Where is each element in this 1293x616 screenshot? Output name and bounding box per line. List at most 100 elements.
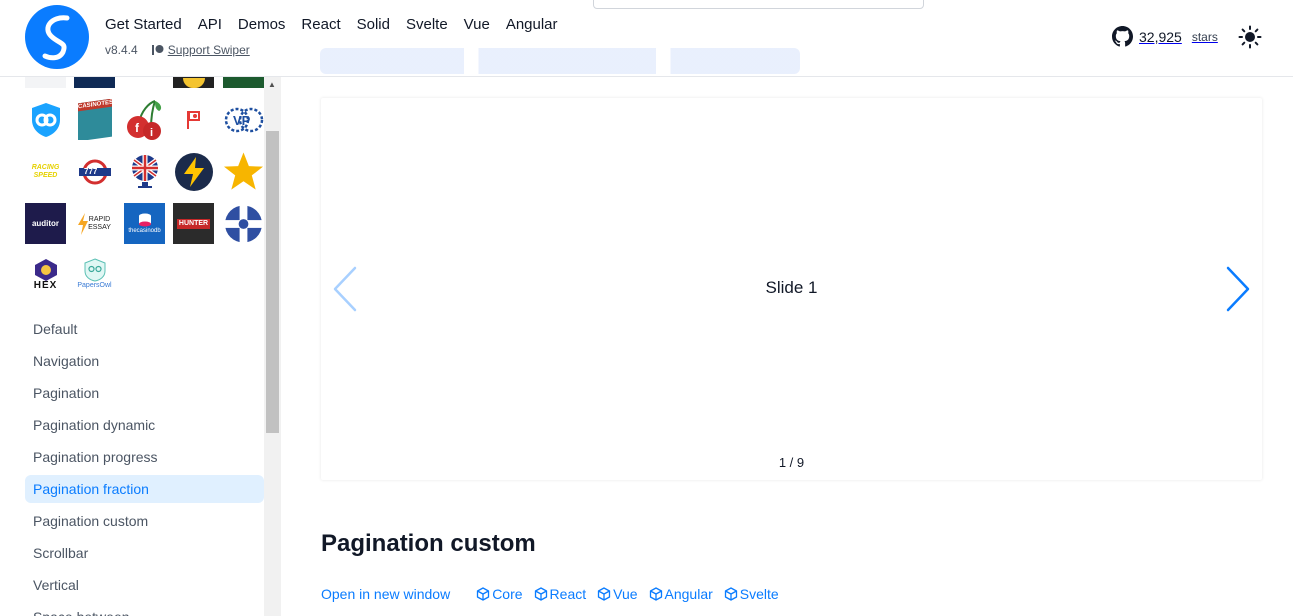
nav-react[interactable]: React [301,16,340,33]
swiper-logo[interactable] [25,5,89,69]
section-title: Pagination custom [321,530,536,557]
version-row: v8.4.4 Support Swiper [105,43,250,57]
sponsor-papersowl-label: PapersOwl [77,281,112,289]
menu-item-vertical[interactable]: Vertical [25,571,264,599]
angular-link[interactable]: Angular [649,586,713,602]
sponsor-hunter-logo[interactable]: HUNTER [173,203,214,244]
sponsor-logo-cut-1[interactable] [25,77,66,88]
sponsor-vpn-logo[interactable] [25,99,66,140]
sponsor-papersowl-logo[interactable]: PapersOwl [74,253,115,294]
nav-vue[interactable]: Vue [464,16,490,33]
chevron-right-icon [1226,266,1250,312]
cube-icon [477,587,490,601]
flag-icon [186,110,200,129]
sponsor-rapid-essay-logo[interactable]: RAPID ESSAY [74,203,115,244]
theme-toggle-button[interactable] [1238,25,1262,49]
react-link[interactable]: React [534,586,587,602]
header-overlay [320,48,800,74]
patreon-icon [151,45,164,55]
menu-item-pagination-fraction[interactable]: Pagination fraction [25,475,264,503]
sponsor-racing-logo[interactable]: RACING SPEED [25,151,66,192]
nav-demos[interactable]: Demos [238,16,286,33]
sponsor-auditor-label: auditor [31,218,60,228]
github-star-count: 32,925 [1139,28,1182,45]
nav-solid[interactable]: Solid [357,16,390,33]
sponsor-cherry-logo[interactable]: f i [124,99,165,140]
sponsor-logo-cut-3[interactable] [173,77,214,88]
top-header [0,0,1293,77]
support-swiper-link[interactable]: Support Swiper [151,43,250,57]
menu-item-pagination[interactable]: Pagination [25,379,264,407]
sponsor-lightning-logo[interactable] [173,151,214,192]
sponsor-logo-cut-2[interactable] [74,77,115,88]
sponsor-logo-cut-4[interactable] [223,77,264,88]
scroll-up-arrow-icon[interactable]: ▲ [268,80,276,89]
sponsor-star-logo[interactable] [223,151,264,192]
nav-api[interactable]: API [198,16,222,33]
cube-icon [534,587,547,601]
react-link-label: React [549,586,587,602]
vp-icon: VP [224,107,263,132]
menu-item-pagination-custom[interactable]: Pagination custom [25,507,264,535]
hex-badge-icon [34,258,57,281]
menu-item-default[interactable]: Default [25,315,264,343]
pagination-fraction: 1 / 9 [778,455,805,470]
svelte-link-label: Svelte [739,586,779,602]
sponsor-vp-logo[interactable]: VP [223,99,264,140]
sponsor-777-label: 777 [84,167,98,176]
sun-icon [1238,25,1262,49]
swiper-logo-icon [42,15,70,61]
sponsor-auditor-logo[interactable]: auditor [25,203,66,244]
svelte-link[interactable]: Svelte [724,586,779,602]
swiper-demo-container[interactable]: Slide 1 1 / 9 [321,98,1262,480]
sponsor-777-logo[interactable]: 777 [74,151,115,192]
sponsor-casinotest-logo[interactable]: CASINOTEST.dk [74,99,115,140]
cross-badge-icon [224,204,263,243]
open-new-window-link[interactable]: Open in new window [321,586,450,602]
sponsor-casinotest-label: CASINOTEST.dk [77,99,115,111]
slide-label: Slide 1 [765,278,818,297]
nav-svelte[interactable]: Svelte [406,16,448,33]
cherry-icon: f i [126,99,161,140]
menu-item-space-between[interactable]: Space between [25,603,264,616]
svg-text:VP: VP [233,113,251,128]
github-stars-label: stars [1191,29,1218,44]
sponsor-casinodb-logo[interactable]: thecasinodb [124,203,165,244]
menu-item-navigation[interactable]: Navigation [25,347,264,375]
sponsor-cross-logo[interactable] [223,203,264,244]
main-nav: Get Started API Demos React Solid Svelte… [105,16,574,33]
search-popup[interactable] [593,0,924,9]
github-stars-link[interactable]: 32,925 stars [1112,26,1218,47]
uk-flag-icon [131,154,158,188]
vue-link-label: Vue [613,586,638,602]
github-icon [1112,26,1133,47]
sponsor-casinodb-label: thecasinodb [128,227,161,234]
lightning-icon [174,152,213,191]
database-icon [138,213,151,226]
nav-angular[interactable]: Angular [506,16,558,33]
shield-icon [31,102,60,137]
demos-menu: Default Navigation Pagination Pagination… [25,315,264,616]
menu-item-pagination-dynamic[interactable]: Pagination dynamic [25,411,264,439]
sponsor-rapid-essay-label: RAPID ESSAY [88,215,111,231]
cube-icon [724,587,737,601]
owl-icon [84,257,105,282]
demo-links-row: Open in new window Core React Vue Angula… [321,586,790,602]
cube-icon [649,587,662,601]
core-link[interactable]: Core [476,586,523,602]
nav-get-started[interactable]: Get Started [105,16,182,33]
sponsor-hunter-label: HUNTER [176,218,211,229]
bolt-icon [77,212,88,235]
sponsor-hex-logo[interactable]: HEX [25,253,66,294]
swiper-next-button[interactable] [1224,266,1252,312]
core-link-label: Core [492,586,523,602]
star-icon [223,151,264,190]
sponsor-flag-logo[interactable] [173,99,214,140]
menu-item-pagination-progress[interactable]: Pagination progress [25,443,264,471]
svg-text:i: i [150,127,153,139]
menu-item-scrollbar[interactable]: Scrollbar [25,539,264,567]
vue-link[interactable]: Vue [597,586,638,602]
sidebar-scrollbar-thumb[interactable] [266,131,279,433]
version-label: v8.4.4 [105,43,138,57]
sponsor-uk-logo[interactable] [124,151,165,192]
